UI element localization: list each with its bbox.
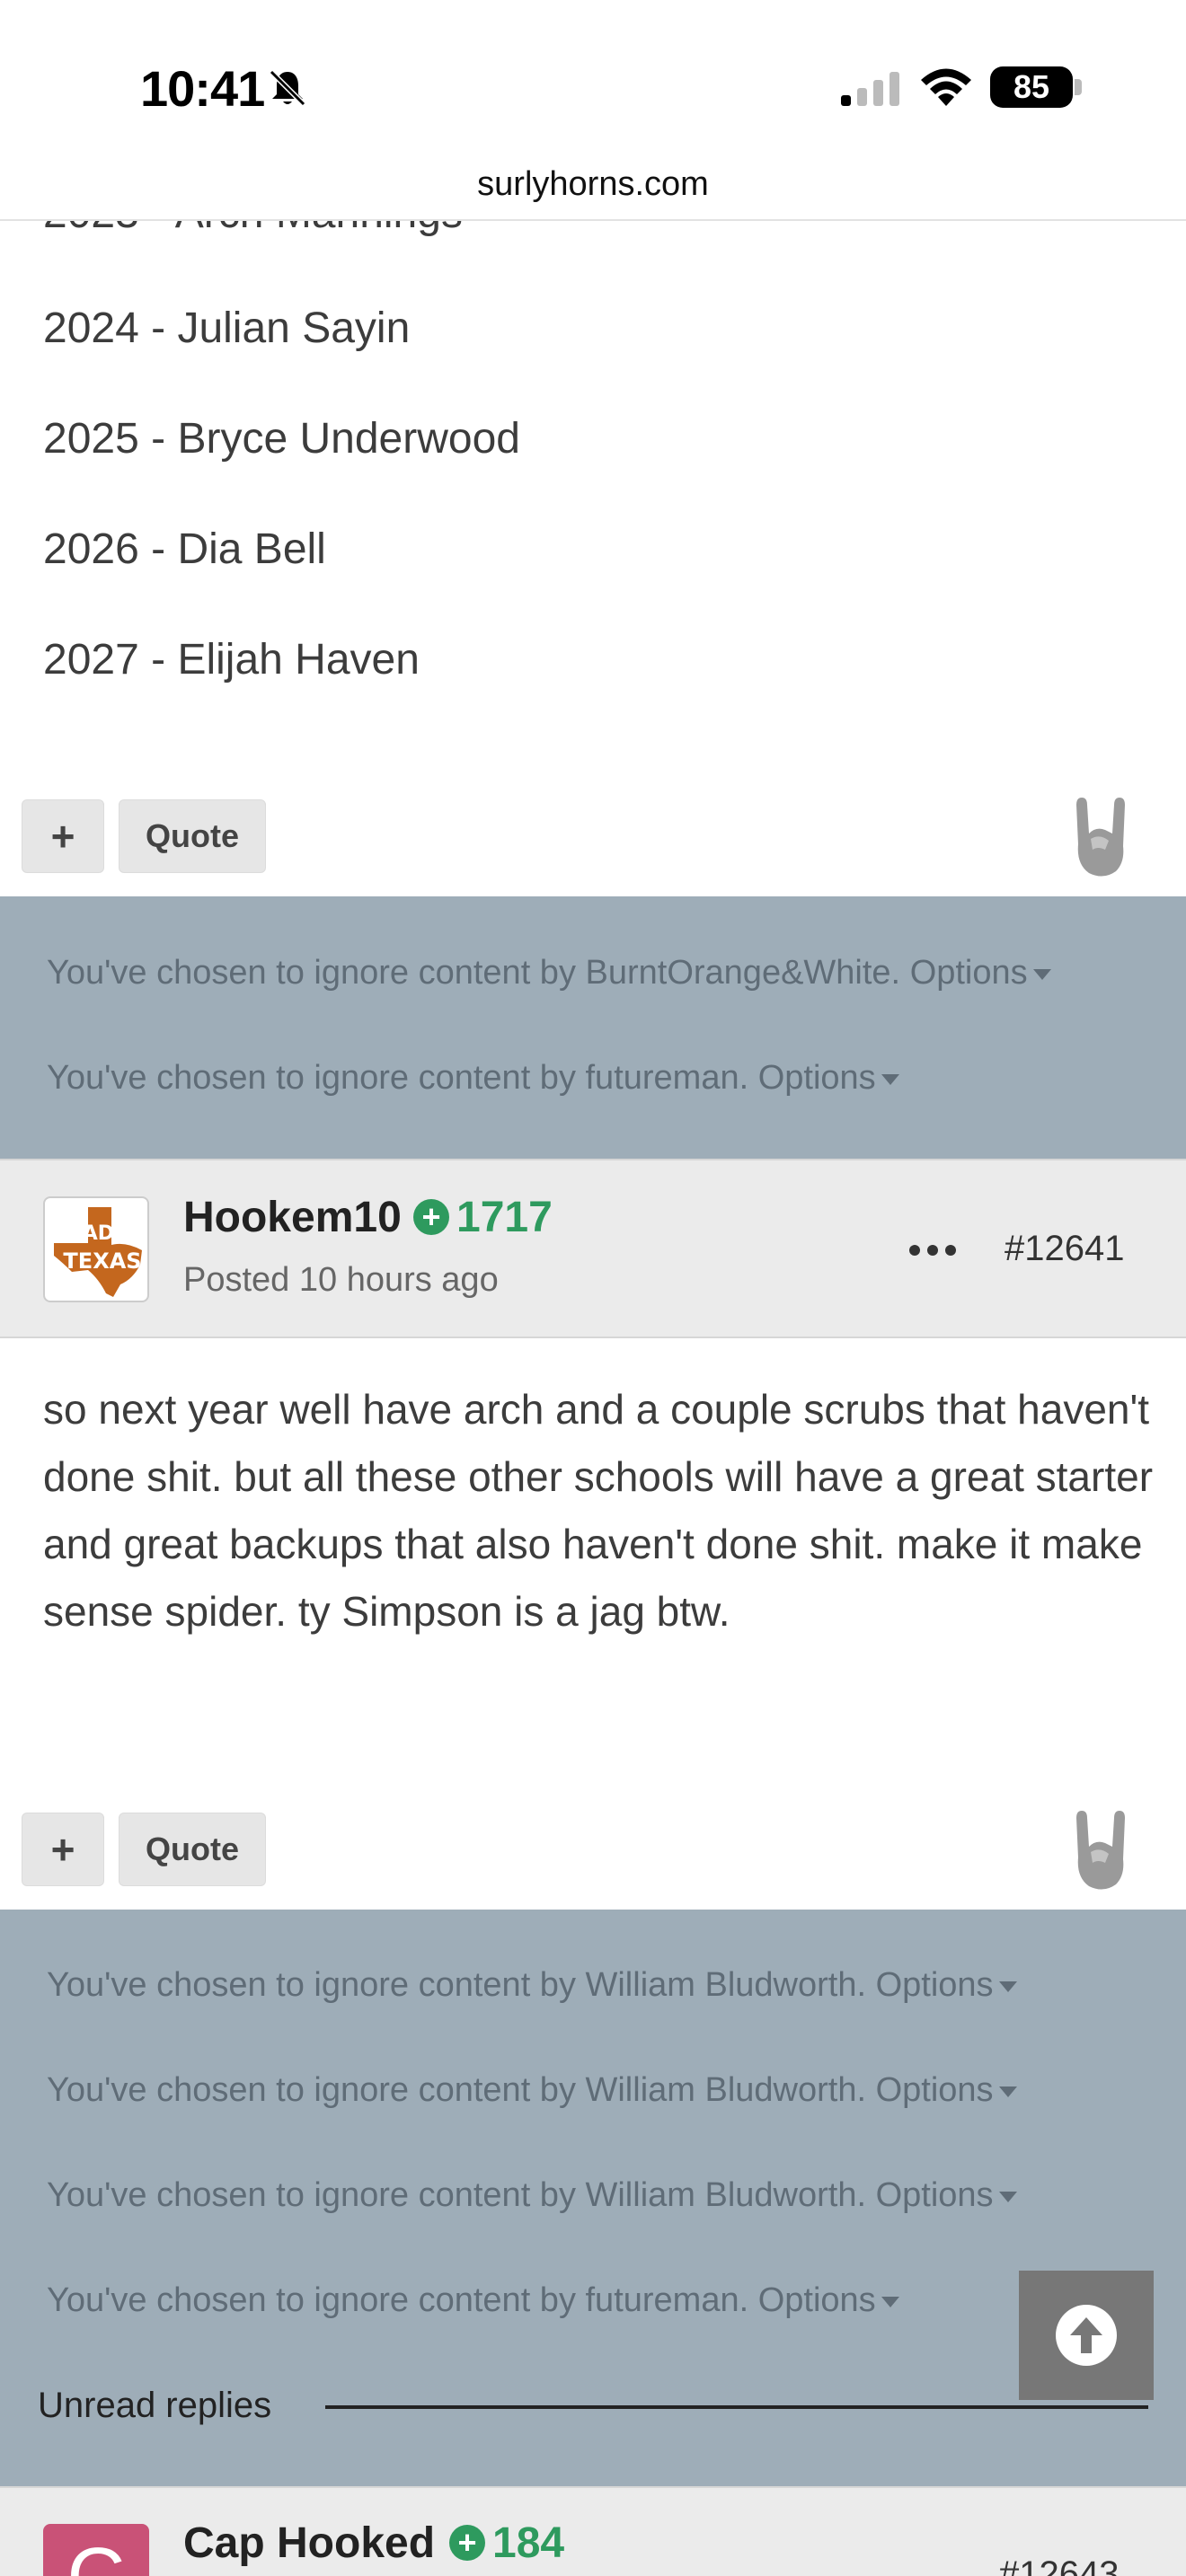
post-header: MADE TEXAS Hookem10 +1717 Posted 10 hour… xyxy=(0,1159,1186,1338)
ignored-content-notice: You've chosen to ignore content by Willi… xyxy=(47,2071,1017,2110)
caret-down-icon[interactable] xyxy=(998,1981,1017,1992)
options-dropdown[interactable]: Options xyxy=(758,1059,876,1097)
list-item: 2026 - Dia Bell xyxy=(43,525,326,573)
caret-down-icon[interactable] xyxy=(881,2296,899,2307)
list-item: 2025 - Bryce Underwood xyxy=(43,415,520,463)
avatar[interactable]: C xyxy=(43,2524,149,2576)
ignored-content-notice: You've chosen to ignore content by Willi… xyxy=(47,1966,1017,2005)
reputation-badge: +184 xyxy=(449,2519,564,2568)
ignored-content-notice: You've chosen to ignore content by Willi… xyxy=(47,2176,1017,2215)
scroll-to-top-button[interactable] xyxy=(1019,2271,1154,2400)
clock: 10:41 xyxy=(140,60,265,117)
list-item: 2024 - Julian Sayin xyxy=(43,304,411,352)
url-bar[interactable]: surlyhorns.com xyxy=(0,162,1186,221)
plus-circle-icon: + xyxy=(449,2525,485,2561)
ignored-content-notice: You've chosen to ignore content by futur… xyxy=(47,2281,899,2320)
ignored-text: You've chosen to ignore content by Willi… xyxy=(47,2071,867,2109)
post-actions: + Quote xyxy=(0,1811,1186,1911)
horns-reaction-icon[interactable] xyxy=(1069,794,1132,880)
options-dropdown[interactable]: Options xyxy=(758,2281,876,2319)
plus-circle-icon: + xyxy=(413,1199,449,1235)
battery-cap xyxy=(1075,79,1082,95)
author-name[interactable]: Cap Hooked xyxy=(183,2519,435,2568)
ignored-text: You've chosen to ignore content by futur… xyxy=(47,1059,749,1097)
options-dropdown[interactable]: Options xyxy=(876,1966,994,2004)
previous-post-body: 2023 - Arch Mannings 2024 - Julian Sayin… xyxy=(0,221,1186,896)
options-dropdown[interactable]: Options xyxy=(910,954,1028,992)
post-body: so next year well have arch and a couple… xyxy=(0,1338,1186,1910)
arrow-up-circle-icon xyxy=(1056,2305,1117,2366)
post-number[interactable]: #12643 xyxy=(999,2554,1119,2576)
ignored-text: You've chosen to ignore content by Burnt… xyxy=(47,954,901,992)
caret-down-icon[interactable] xyxy=(998,2086,1017,2097)
more-options-icon[interactable] xyxy=(907,1232,958,1268)
list-item: 2027 - Elijah Haven xyxy=(43,636,420,684)
battery-indicator: 85 xyxy=(990,66,1073,108)
wifi-icon xyxy=(921,68,971,106)
ignored-text: You've chosen to ignore content by Willi… xyxy=(47,1966,867,2004)
unread-replies-label: Unread replies xyxy=(38,2386,272,2425)
post-header: C Cap Hooked +184 #12643 xyxy=(0,2486,1186,2576)
svg-text:MADE: MADE xyxy=(63,1222,128,1245)
caret-down-icon[interactable] xyxy=(881,1073,899,1085)
status-bar: 10:41 85 xyxy=(0,0,1186,171)
reputation-value: 184 xyxy=(492,2519,565,2567)
post-content: so next year well have arch and a couple… xyxy=(43,1386,1154,1635)
post-actions: + Quote xyxy=(0,798,1186,896)
horns-reaction-icon[interactable] xyxy=(1069,1807,1132,1893)
author-name[interactable]: Hookem10 xyxy=(183,1193,402,1242)
cellular-signal-icon xyxy=(841,72,899,106)
caret-down-icon[interactable] xyxy=(1032,968,1051,980)
options-dropdown[interactable]: Options xyxy=(876,2071,994,2109)
ignored-content-notice: You've chosen to ignore content by Burnt… xyxy=(47,954,1051,992)
quote-button[interactable]: Quote xyxy=(119,799,266,873)
list-item: 2023 - Arch Mannings xyxy=(43,221,463,238)
svg-text:TEXAS: TEXAS xyxy=(63,1248,141,1274)
caret-down-icon[interactable] xyxy=(998,2191,1017,2202)
plus-button[interactable]: + xyxy=(22,1813,104,1886)
plus-button[interactable]: + xyxy=(22,799,104,873)
unread-divider xyxy=(325,2405,1148,2409)
quote-button[interactable]: Quote xyxy=(119,1813,266,1886)
reputation-value: 1717 xyxy=(456,1194,553,1241)
ignored-text: You've chosen to ignore content by Willi… xyxy=(47,2176,867,2214)
bell-muted-icon xyxy=(269,69,306,107)
options-dropdown[interactable]: Options xyxy=(876,2176,994,2214)
post-timestamp: Posted 10 hours ago xyxy=(183,1261,499,1299)
ignored-content-notice: You've chosen to ignore content by futur… xyxy=(47,1059,899,1098)
post-number[interactable]: #12641 xyxy=(1005,1229,1124,1269)
avatar[interactable]: MADE TEXAS xyxy=(43,1196,149,1302)
ignored-text: You've chosen to ignore content by futur… xyxy=(47,2281,749,2319)
made-in-texas-logo: MADE TEXAS xyxy=(54,1207,142,1297)
reputation-badge: +1717 xyxy=(413,1193,553,1242)
